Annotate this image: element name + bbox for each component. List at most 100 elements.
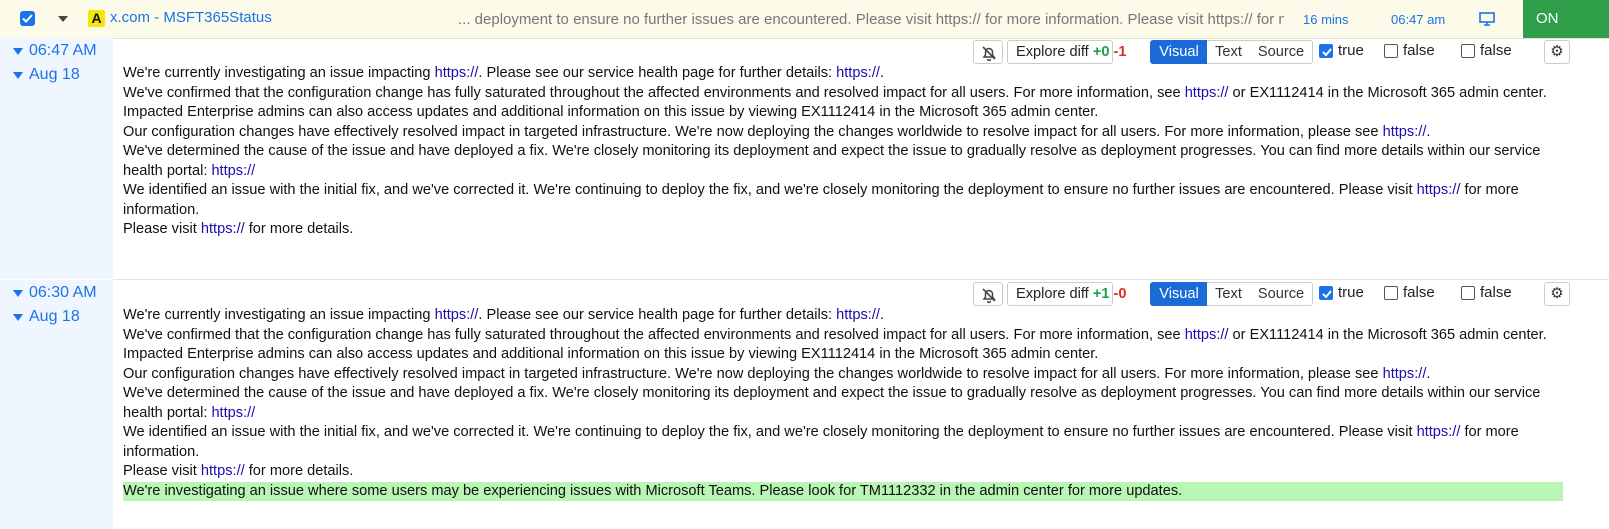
url-link[interactable]: https:// [211,405,255,421]
line-text: Impacted Enterprise admins can also acce… [123,104,1099,120]
tab-text[interactable]: Text [1207,282,1251,306]
line-text: . [1426,123,1431,140]
diff-line: Our configuration changes have effective… [123,123,1563,143]
site-favicon: A [88,10,105,27]
change-date[interactable]: Aug 18 [29,308,80,326]
url-link[interactable]: https:// [1383,124,1427,140]
line-text: Please visit [123,221,201,237]
diff-toolbar: Explore diff +1 -0 Visual Text Source tr… [973,282,1609,308]
mute-button[interactable] [973,282,1003,306]
diff-line: We identified an issue with the initial … [123,181,1563,220]
last-checked-time: 06:47 am [1391,12,1446,27]
chevron-down-icon[interactable] [13,314,23,321]
explore-diff-label: Explore diff [1016,286,1089,302]
explore-diff-label: Explore diff [1016,44,1089,60]
explore-diff-button[interactable]: Explore diff +0 -1 [1007,40,1127,64]
line-text: . Please see our service health page for… [478,307,837,323]
tab-visual[interactable]: Visual [1150,40,1208,64]
on-toggle-button[interactable]: ON [1523,0,1609,38]
line-text: We've confirmed that the configuration c… [123,326,1185,343]
removed-count: -0 [1113,286,1127,302]
line-text: Impacted Enterprise admins can also acce… [123,346,1099,362]
diff-line: Impacted Enterprise admins can also acce… [123,103,1563,123]
diff-line: We've determined the cause of the issue … [123,142,1563,181]
explore-diff-button[interactable]: Explore diff +1 -0 [1007,282,1127,306]
line-text: . [1426,365,1431,382]
bell-off-icon [982,46,996,62]
chevron-down-icon[interactable] [13,72,23,79]
gear-icon[interactable]: ⚙ [1544,40,1570,64]
added-line: We're investigating an issue where some … [123,481,1563,501]
chevron-down-icon[interactable] [13,48,23,55]
chevron-down-icon[interactable] [58,16,68,22]
styled-label: true [1338,284,1364,301]
change-block: 06:47 AM Aug 18 Explore diff +0 -1 Visua… [0,38,1609,279]
url-link[interactable]: https:// [201,463,245,479]
url-link[interactable]: https:// [1185,85,1229,101]
diff-line: Please visit https:// for more details. [123,462,1563,482]
line-text: We've confirmed that the configuration c… [123,84,1185,101]
change-preview: ... deployment to ensure no further issu… [458,11,1284,28]
mute-button[interactable] [973,40,1003,64]
diff-line: Impacted Enterprise admins can also acce… [123,345,1563,365]
bell-off-icon [982,288,996,304]
deleted-label: false [1403,284,1435,301]
tab-visual[interactable]: Visual [1150,282,1208,306]
added-count: +0 [1092,44,1110,60]
removed-count: -1 [1113,44,1127,60]
diff-line: We've confirmed that the configuration c… [123,84,1563,104]
gear-icon[interactable]: ⚙ [1544,282,1570,306]
chevron-down-icon[interactable] [13,290,23,297]
line-text: We're currently investigating an issue i… [123,307,435,323]
last-change-age: 16 mins [1303,12,1349,27]
diff-line: We've confirmed that the configuration c… [123,326,1563,346]
watch-row[interactable]: A x.com - MSFT365Status ... deployment t… [0,0,1609,39]
url-link[interactable]: https:// [435,307,479,323]
change-time[interactable]: 06:30 AM [29,284,97,302]
url-link[interactable]: https:// [1417,182,1461,198]
snipped-label: false [1480,284,1512,301]
timestamp-sidebar: 06:30 AM Aug 18 [0,280,113,529]
url-link[interactable]: https:// [1417,424,1461,440]
select-checkbox[interactable] [20,11,35,26]
url-link[interactable]: https:// [836,65,880,81]
line-text: We identified an issue with the initial … [123,424,1417,440]
tab-source[interactable]: Source [1250,282,1313,306]
url-link[interactable]: https:// [201,221,245,237]
url-link[interactable]: https:// [211,163,255,179]
tab-source[interactable]: Source [1250,40,1313,64]
diff-line: We're currently investigating an issue i… [123,64,1563,84]
diff-line: Please visit https:// for more details. [123,220,1563,240]
watch-title-link[interactable]: x.com - MSFT365Status [110,9,272,26]
line-text: Our configuration changes have effective… [123,123,1383,140]
diff-line: We're currently investigating an issue i… [123,306,1563,326]
line-text: or EX1112414 in the Microsoft 365 admin … [1228,326,1547,343]
diff-line: We identified an issue with the initial … [123,423,1563,462]
change-block: 06:30 AM Aug 18 Explore diff +1 -0 Visua… [0,280,1609,529]
url-link[interactable]: https:// [1383,366,1427,382]
url-link[interactable]: https:// [836,307,880,323]
monitor-icon[interactable] [1479,12,1495,31]
line-text: . Please see our service health page for… [478,65,837,81]
line-text: . [879,65,885,81]
diff-content: We're currently investigating an issue i… [123,64,1563,240]
added-count: +1 [1092,286,1110,302]
line-text: We've determined the cause of the issue … [123,143,1541,179]
line-text: We identified an issue with the initial … [123,182,1417,198]
line-text: We've determined the cause of the issue … [123,385,1541,421]
line-text: . [879,307,885,323]
change-time[interactable]: 06:47 AM [29,42,97,60]
line-text: for more details. [244,463,354,479]
url-link[interactable]: https:// [435,65,479,81]
diff-line: We've determined the cause of the issue … [123,384,1563,423]
diff-line: Our configuration changes have effective… [123,365,1563,385]
line-text: or EX1112414 in the Microsoft 365 admin … [1228,84,1547,101]
url-link[interactable]: https:// [1185,327,1229,343]
tab-text[interactable]: Text [1207,40,1251,64]
snipped-label: false [1480,42,1512,59]
deleted-label: false [1403,42,1435,59]
line-text: We're currently investigating an issue i… [123,65,435,81]
change-date[interactable]: Aug 18 [29,66,80,84]
timestamp-sidebar: 06:47 AM Aug 18 [0,38,113,279]
line-text: Please visit [123,463,201,479]
